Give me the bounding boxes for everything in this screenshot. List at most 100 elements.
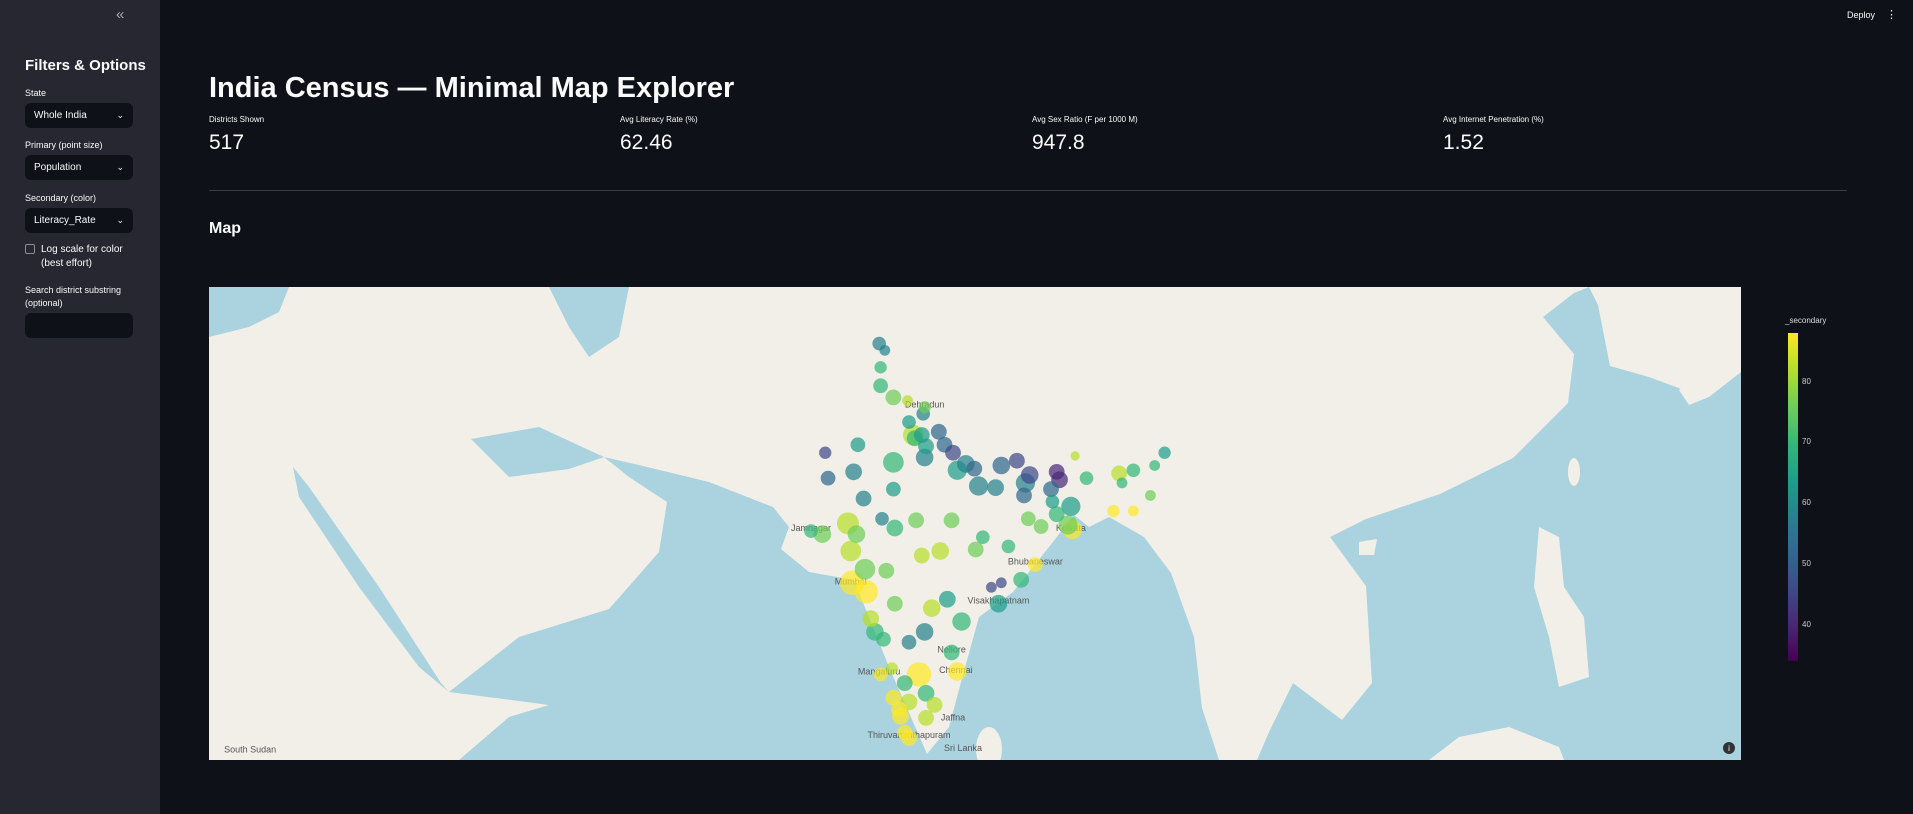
district-point[interactable] [913,547,930,564]
district-point[interactable] [855,490,872,507]
district-point[interactable] [938,590,956,608]
district-point[interactable] [1009,452,1025,469]
district-point[interactable] [989,594,1008,613]
metric-value: 1.52 [1443,131,1484,154]
district-point[interactable] [1048,463,1065,480]
deploy-button[interactable]: Deploy [1847,10,1875,20]
district-point[interactable] [1158,446,1171,459]
district-point[interactable] [901,634,917,650]
district-point[interactable] [1020,466,1039,484]
district-point[interactable] [943,512,960,529]
metric-literacy: Avg Literacy Rate (%) 62.46 [620,115,698,155]
district-point[interactable] [874,361,887,374]
district-point[interactable] [1001,539,1016,554]
district-point[interactable] [1070,451,1080,461]
district-point[interactable] [987,479,1004,496]
district-point[interactable] [1028,557,1043,573]
district-point[interactable] [1033,519,1049,534]
district-point[interactable] [886,519,904,537]
divider [209,190,1847,191]
district-point[interactable] [850,437,866,453]
district-point[interactable] [1048,506,1065,523]
district-point[interactable] [992,456,1011,475]
log-scale-checkbox[interactable] [25,244,35,254]
log-scale-label[interactable]: Log scale for color (best effort) [41,243,141,271]
district-point[interactable] [885,662,899,675]
map-canvas[interactable]: MumbaiChennaiKolkataNelloreVisakhapatnam… [209,287,1741,760]
district-point[interactable] [1013,571,1030,588]
district-point[interactable] [930,423,947,440]
district-point[interactable] [945,444,961,461]
district-point[interactable] [886,481,901,497]
district-point[interactable] [820,470,836,486]
district-point[interactable] [985,581,997,593]
district-point[interactable] [873,667,888,682]
search-district-input[interactable] [25,313,133,338]
map-place-label: Sri Lanka [944,743,982,753]
district-point[interactable] [878,562,895,579]
district-point[interactable] [1043,481,1059,498]
district-point[interactable] [897,724,913,740]
district-point[interactable] [1020,511,1036,527]
district-point[interactable] [885,689,902,706]
main-menu-icon[interactable]: ⋮ [1886,8,1897,21]
district-point[interactable] [873,378,888,394]
district-point[interactable] [847,525,866,543]
district-point[interactable] [926,696,943,713]
district-point[interactable] [875,511,889,526]
district-point[interactable] [845,463,862,481]
district-point[interactable] [931,542,950,560]
district-point[interactable] [922,599,941,617]
district-point[interactable] [885,389,902,406]
district-point[interactable] [976,530,990,545]
colorbar-tick: 50 [1802,558,1811,568]
metric-label: Avg Internet Penetration (%) [1443,115,1544,124]
district-point[interactable] [952,612,971,631]
district-point[interactable] [1107,504,1120,518]
district-point[interactable] [886,595,903,612]
district-point[interactable] [819,446,832,459]
district-point[interactable] [1149,460,1161,471]
state-select[interactable]: Whole India ⌄ [25,103,133,128]
district-point[interactable] [902,395,913,407]
district-point[interactable] [1016,487,1032,504]
district-point[interactable] [1116,477,1128,489]
district-point[interactable] [908,512,924,529]
district-point[interactable] [862,610,880,627]
district-point[interactable] [913,427,930,443]
district-point[interactable] [854,580,879,604]
district-point[interactable] [896,675,913,692]
district-point[interactable] [968,476,989,496]
district-point[interactable] [943,644,960,661]
district-point[interactable] [1145,490,1156,501]
district-point[interactable] [876,631,891,647]
colorbar [1788,333,1798,661]
district-point[interactable] [1127,505,1139,517]
district-point[interactable] [902,415,916,429]
map-container[interactable]: MumbaiChennaiKolkataNelloreVisakhapatnam… [209,287,1741,760]
district-point[interactable] [1126,463,1141,478]
district-point[interactable] [995,577,1007,589]
district-point[interactable] [1045,494,1060,509]
sidebar: « Filters & Options State Whole India ⌄ P… [0,0,160,814]
district-point[interactable] [918,401,931,414]
district-point[interactable] [854,558,876,580]
district-point[interactable] [966,460,983,477]
district-point[interactable] [967,541,984,558]
metric-value: 62.46 [620,131,673,154]
district-point[interactable] [948,662,967,681]
info-icon-glyph: i [1728,744,1730,753]
district-point[interactable] [1079,471,1094,485]
district-point[interactable] [804,524,818,538]
district-point[interactable] [879,344,891,356]
chevron-down-icon: ⌄ [116,162,124,172]
district-point[interactable] [915,623,934,641]
district-point[interactable] [840,540,862,562]
district-point[interactable] [918,709,934,726]
primary-select[interactable]: Population ⌄ [25,155,133,180]
colorbar-tick: 80 [1802,376,1811,386]
secondary-select[interactable]: Literacy_Rate ⌄ [25,208,133,233]
chevron-down-icon: ⌄ [116,110,124,120]
district-point[interactable] [883,451,904,473]
collapse-sidebar-icon[interactable]: « [116,6,124,23]
